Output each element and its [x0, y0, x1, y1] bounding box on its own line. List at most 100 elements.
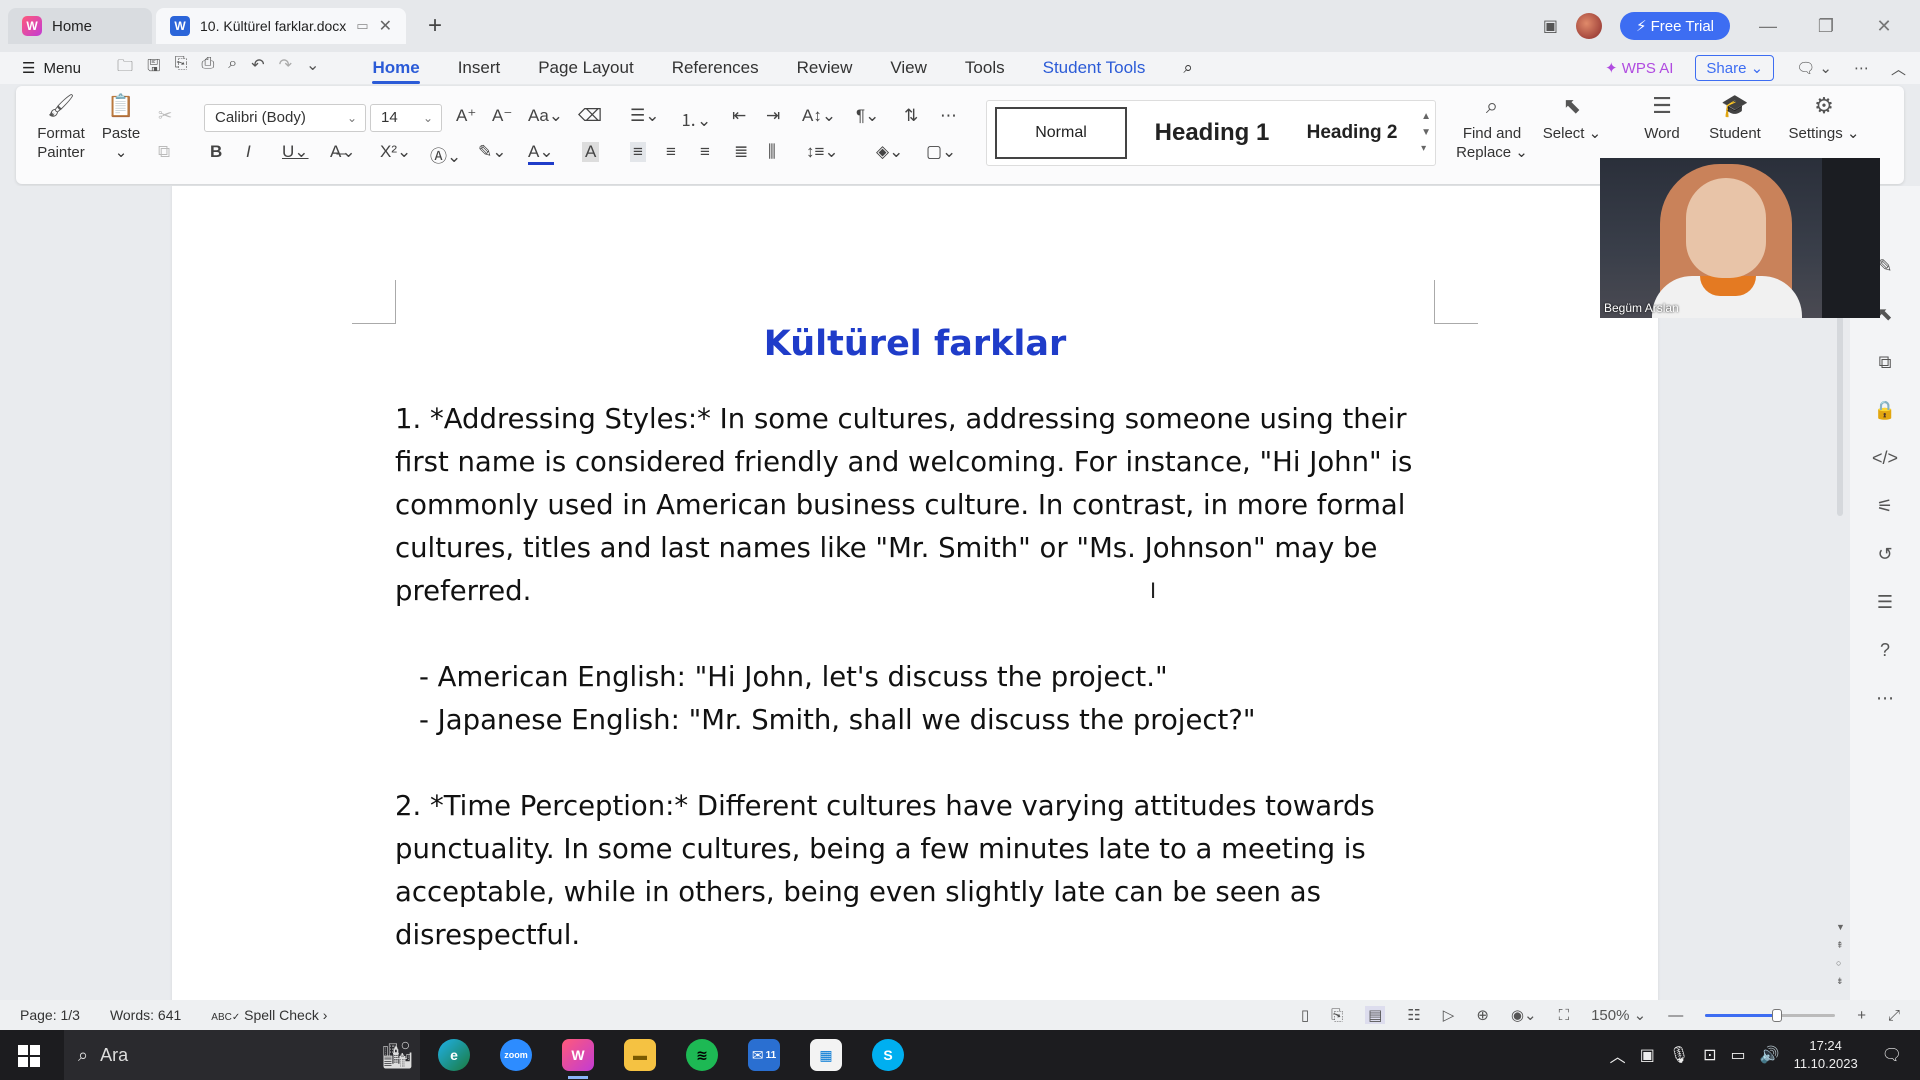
close-window-icon[interactable]: ✕: [1864, 16, 1904, 37]
taskbar-clock[interactable]: 17:24 11.10.2023: [1794, 1037, 1858, 1073]
style-heading-2[interactable]: Heading 2: [1287, 107, 1417, 159]
text-direction-icon[interactable]: A↕⌄: [802, 106, 836, 126]
camera-tray-icon[interactable]: ▣: [1640, 1045, 1655, 1065]
line-spacing-icon[interactable]: ↕≡⌄: [806, 142, 839, 162]
document-area[interactable]: Kültürel farklar 1. *Addressing Styles:*…: [0, 186, 1850, 1000]
browse-object-icon[interactable]: ○: [1836, 958, 1841, 968]
taskbar-search[interactable]: ⌕ Ara 🏙: [64, 1030, 420, 1080]
sort-icon[interactable]: ⇅: [904, 106, 918, 126]
next-page-icon[interactable]: ⇟: [1836, 976, 1844, 987]
text-effects-icon[interactable]: Ⓐ⌄: [430, 142, 461, 167]
paragraph-addressing-styles[interactable]: 1. *Addressing Styles:* In some cultures…: [395, 398, 1455, 613]
windows-start-icon[interactable]: [18, 1045, 40, 1067]
mail-icon[interactable]: ✉ 11: [748, 1039, 780, 1071]
bullets-icon[interactable]: ☰⌄: [630, 106, 659, 126]
find-replace-button[interactable]: ⌕ Find and Replace ⌄: [1452, 92, 1532, 162]
zoom-slider[interactable]: [1705, 1008, 1836, 1022]
page-indicator[interactable]: Page: 1/3: [20, 1007, 80, 1023]
copy-icon[interactable]: ⧉: [158, 142, 170, 162]
style-normal[interactable]: Normal: [995, 107, 1127, 159]
styles-scroll-icon[interactable]: ▲ ▼ ▾: [1421, 109, 1431, 157]
style-heading-1[interactable]: Heading 1: [1137, 107, 1287, 159]
cut-icon[interactable]: ✂: [158, 106, 172, 126]
page-mode-icon[interactable]: ⎘: [1331, 1007, 1343, 1024]
bold-icon[interactable]: B: [210, 142, 222, 162]
change-case-icon[interactable]: Aa⌄: [528, 106, 563, 126]
play-icon[interactable]: ▷: [1443, 1006, 1455, 1024]
page-break-icon[interactable]: ⋯: [940, 106, 957, 126]
student-button[interactable]: 🎓 Student: [1700, 92, 1770, 143]
print-icon[interactable]: ⎙: [201, 55, 214, 82]
clear-format-icon[interactable]: ⌫: [578, 106, 602, 126]
decrease-indent-icon[interactable]: ⇤: [732, 106, 746, 126]
wps-ai-button[interactable]: ✦ WPS AI: [1605, 59, 1673, 77]
tab-float-icon[interactable]: ▭: [356, 18, 368, 34]
paragraph-mark-icon[interactable]: ¶⌄: [856, 106, 879, 126]
zoom-icon[interactable]: zoom: [500, 1039, 532, 1071]
paste-button[interactable]: 📋 Paste ⌄: [96, 92, 146, 162]
spotify-icon[interactable]: ≋: [686, 1039, 718, 1071]
tab-student-tools[interactable]: Student Tools: [1024, 52, 1165, 84]
superscript-icon[interactable]: X²⌄: [380, 142, 411, 162]
word-count[interactable]: Words: 641: [110, 1007, 181, 1023]
bullet-american-english[interactable]: - American English: "Hi John, let's disc…: [395, 656, 1455, 699]
format-painter-button[interactable]: 🖌 Format Painter: [30, 92, 92, 162]
web-layout-icon[interactable]: ⊕: [1476, 1006, 1489, 1024]
new-tab-icon[interactable]: +: [428, 12, 442, 40]
microphone-tray-icon[interactable]: 🎙: [1669, 1045, 1689, 1065]
save-icon[interactable]: 🖫: [147, 55, 161, 82]
document-body[interactable]: 1. *Addressing Styles:* In some cultures…: [395, 398, 1455, 957]
highlight-icon[interactable]: ✎⌄: [478, 142, 507, 162]
tab-insert[interactable]: Insert: [439, 52, 520, 84]
adjust-icon[interactable]: ⚟: [1872, 496, 1898, 517]
tab-review[interactable]: Review: [778, 52, 872, 84]
main-menu-button[interactable]: ☰ Menu: [22, 59, 81, 78]
edge-icon[interactable]: e: [438, 1039, 470, 1071]
distribute-icon[interactable]: ⫼: [768, 142, 776, 162]
fullscreen-icon[interactable]: ⤢: [1888, 1007, 1900, 1024]
font-name-select[interactable]: Calibri (Body) ⌄: [204, 104, 366, 132]
zoom-slider-knob[interactable]: [1771, 1008, 1782, 1022]
align-left-icon[interactable]: ≡: [630, 142, 646, 162]
document-page[interactable]: Kültürel farklar 1. *Addressing Styles:*…: [172, 186, 1658, 1000]
tab-references[interactable]: References: [653, 52, 778, 84]
eye-protection-icon[interactable]: ◉⌄: [1511, 1006, 1537, 1024]
wps-taskbar-icon[interactable]: W: [562, 1039, 594, 1079]
more-panel-icon[interactable]: ⋯: [1872, 688, 1898, 709]
fit-page-icon[interactable]: ⛶: [1559, 1007, 1570, 1024]
char-shading-icon[interactable]: A: [582, 142, 600, 162]
copy-panel-icon[interactable]: ⧉: [1872, 352, 1898, 373]
tab-document[interactable]: W 10. Kültürel farklar.docx ▭ ✕: [156, 8, 406, 44]
scroll-thumb[interactable]: [1837, 316, 1843, 516]
strikethrough-icon[interactable]: A̶⌄: [330, 142, 356, 162]
tab-close-icon[interactable]: ✕: [379, 16, 392, 36]
skype-icon[interactable]: S: [872, 1039, 904, 1071]
minimize-icon[interactable]: —: [1748, 16, 1788, 37]
shading-icon[interactable]: ◈⌄: [876, 142, 903, 162]
tab-view[interactable]: View: [871, 52, 946, 84]
battery-icon[interactable]: ▭: [1731, 1045, 1746, 1065]
store-icon[interactable]: ▦: [810, 1039, 842, 1071]
numbering-icon[interactable]: ⒈⌄: [680, 106, 711, 131]
outline-view-icon[interactable]: ☷: [1407, 1006, 1420, 1024]
tab-tools[interactable]: Tools: [946, 52, 1024, 84]
collapse-ribbon-icon[interactable]: ︿: [1891, 58, 1906, 79]
user-avatar[interactable]: [1575, 13, 1602, 39]
notifications-icon[interactable]: 🗨: [1882, 1045, 1902, 1065]
align-center-icon[interactable]: ≡: [666, 142, 676, 162]
tab-home-ribbon[interactable]: Home: [353, 52, 438, 84]
bullet-japanese-english[interactable]: - Japanese English: "Mr. Smith, shall we…: [395, 699, 1455, 742]
history-icon[interactable]: ↺: [1872, 544, 1898, 565]
document-title[interactable]: Kültürel farklar: [172, 324, 1658, 364]
select-button[interactable]: ⬉ Select ⌄: [1540, 92, 1604, 143]
outline-icon[interactable]: ☰: [1872, 592, 1898, 613]
grow-font-icon[interactable]: A⁺: [456, 106, 476, 126]
scroll-down-icon[interactable]: ▼: [1836, 922, 1845, 932]
export-icon[interactable]: ⎘: [175, 55, 188, 82]
customize-chevron-icon[interactable]: ⌄: [306, 55, 319, 82]
print-preview-icon[interactable]: ⌕: [228, 55, 237, 82]
word-button[interactable]: ☰ Word: [1630, 92, 1694, 143]
search-icon[interactable]: ⌕: [1164, 52, 1212, 84]
paragraph-time-perception[interactable]: 2. *Time Perception:* Different cultures…: [395, 785, 1455, 957]
print-layout-icon[interactable]: ▤: [1365, 1006, 1386, 1024]
